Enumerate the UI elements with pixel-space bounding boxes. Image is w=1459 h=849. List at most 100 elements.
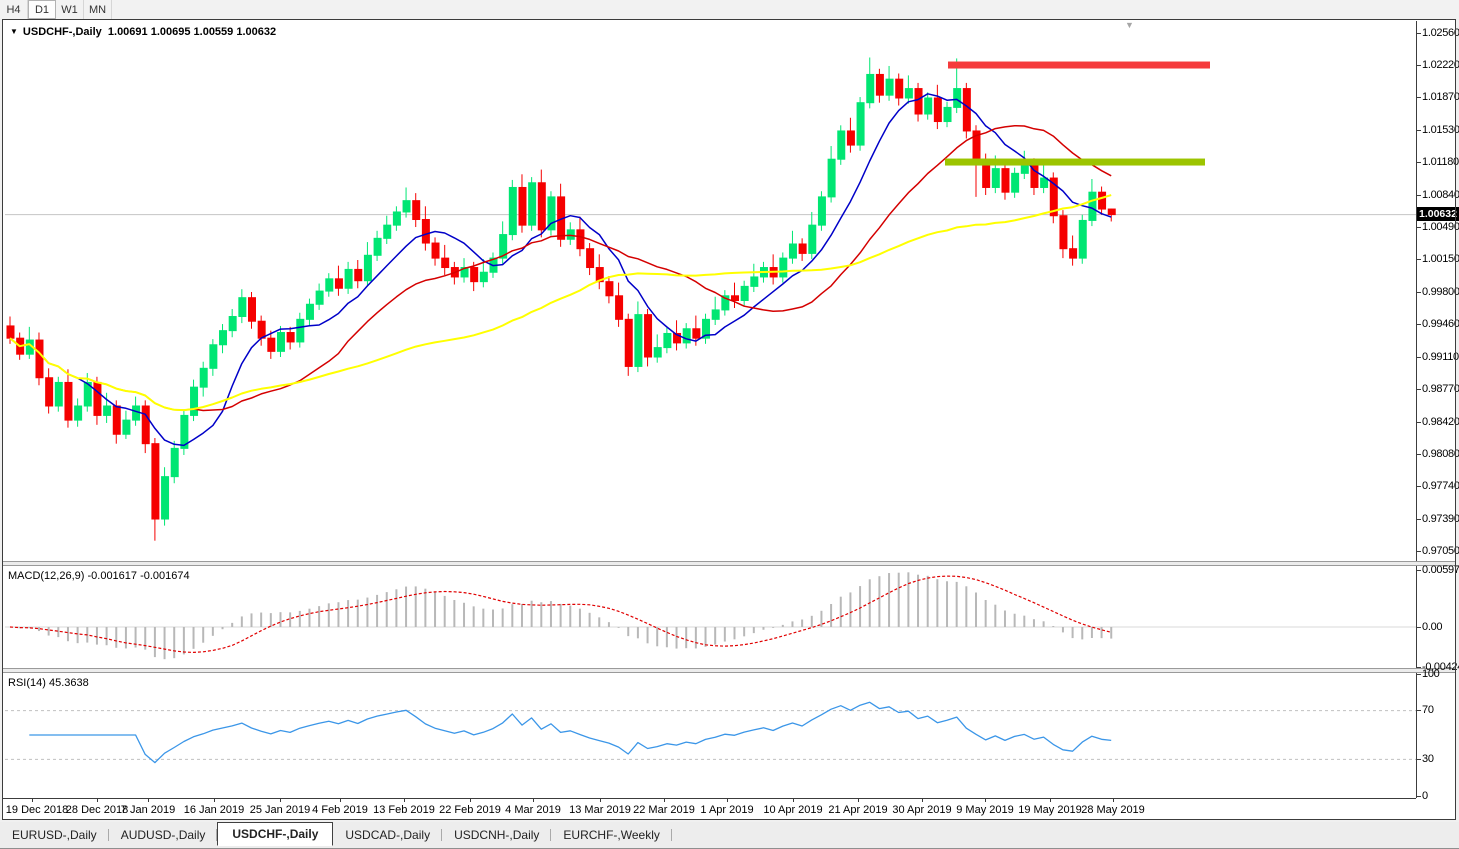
- candle-body: [471, 268, 478, 282]
- date-tick: [793, 799, 794, 802]
- rsi-axis-label-tick: [1416, 759, 1421, 760]
- candle-body: [220, 331, 227, 345]
- price-axis-label: 0.99800: [1422, 286, 1458, 298]
- support-line[interactable]: [945, 159, 1205, 166]
- price-axis-label: 0.99110: [1422, 351, 1458, 363]
- date-axis-label: 4 Mar 2019: [505, 804, 561, 816]
- price-axis-label-tick: [1416, 97, 1421, 98]
- mt4-window: H4 D1 W1 MN ▼USDCHF-,Daily 1.00691 1.006…: [0, 0, 1459, 849]
- date-tick: [985, 799, 986, 802]
- candle-body: [587, 249, 594, 268]
- date-axis-label: 28 Dec 2018: [66, 804, 128, 816]
- candle-body: [229, 317, 236, 331]
- price-axis-label: 0.98420: [1422, 416, 1458, 428]
- candle-body: [249, 298, 256, 322]
- rsi-axis-label: 70: [1422, 704, 1458, 716]
- date-axis-label: 1 Apr 2019: [700, 804, 753, 816]
- price-axis-label-tick: [1416, 292, 1421, 293]
- candle-body: [393, 212, 400, 225]
- candle-body: [741, 286, 748, 300]
- tab-eurchf-weekly[interactable]: EURCHF-,Weekly: [551, 825, 671, 845]
- timeframe-button-w1[interactable]: W1: [56, 0, 84, 19]
- candle-body: [509, 187, 516, 234]
- date-axis-label: 28 May 2019: [1081, 804, 1145, 816]
- tab-usdcnh-daily[interactable]: USDCNH-,Daily: [442, 825, 551, 845]
- candle-body: [210, 345, 217, 369]
- candle-body: [732, 296, 739, 301]
- date-tick: [340, 799, 341, 802]
- candle-body: [442, 258, 449, 267]
- candle-body: [364, 255, 371, 280]
- resistance-line[interactable]: [948, 62, 1210, 69]
- timeframe-button-mn[interactable]: MN: [84, 0, 112, 19]
- date-axis-label: 4 Feb 2019: [312, 804, 368, 816]
- candle-body: [818, 197, 825, 225]
- candle-body: [1060, 216, 1067, 249]
- candle-body: [654, 348, 661, 357]
- candle-body: [635, 315, 642, 367]
- symbol-dropdown-icon[interactable]: ▼: [10, 27, 18, 36]
- pane-splitter[interactable]: [3, 561, 1456, 566]
- candle-body: [606, 282, 613, 296]
- rsi-value: 45.3638: [49, 677, 89, 689]
- date-tick: [280, 799, 281, 802]
- macd-axis-label-tick: [1416, 570, 1421, 571]
- candle-body: [413, 201, 420, 220]
- candle-body: [1012, 173, 1019, 192]
- pane-splitter[interactable]: [3, 668, 1456, 673]
- price-axis-label: 1.01530: [1422, 124, 1458, 136]
- date-axis-label: 30 Apr 2019: [892, 804, 951, 816]
- candle-body: [133, 406, 140, 420]
- current-bar-marker-icon: ▼: [1125, 21, 1134, 30]
- macd-axis-label-tick: [1416, 667, 1421, 668]
- date-axis-label: 25 Jan 2019: [250, 804, 311, 816]
- date-tick: [148, 799, 149, 802]
- rsi-axis-label-tick: [1416, 674, 1421, 675]
- candle-body: [55, 382, 62, 406]
- price-axis-label: 1.01180: [1422, 156, 1458, 168]
- macd-axis-label-tick: [1416, 627, 1421, 628]
- candle-body: [1002, 169, 1009, 193]
- candle-body: [142, 406, 149, 444]
- macd-label: MACD(12,26,9) -0.001617 -0.001674: [8, 570, 190, 582]
- candle-body: [65, 382, 72, 420]
- date-axis-label: 21 Apr 2019: [828, 804, 887, 816]
- date-axis[interactable]: 19 Dec 201828 Dec 20187 Jan 201916 Jan 2…: [3, 798, 1416, 820]
- candle-body: [171, 448, 178, 476]
- candle-body: [374, 238, 381, 255]
- tab-usdcad-daily[interactable]: USDCAD-,Daily: [333, 825, 442, 845]
- price-axis-label-tick: [1416, 389, 1421, 390]
- tab-audusd-daily[interactable]: AUDUSD-,Daily: [109, 825, 218, 845]
- candle-body: [847, 131, 854, 145]
- candle-body: [36, 340, 43, 378]
- candle-body: [828, 159, 835, 197]
- candle-body: [355, 269, 362, 280]
- date-tick: [97, 799, 98, 802]
- candle-body: [7, 326, 14, 338]
- candle-body: [664, 333, 671, 347]
- tab-eurusd-daily[interactable]: EURUSD-,Daily: [0, 825, 109, 845]
- candle-body: [75, 406, 82, 420]
- price-axis-label-tick: [1416, 227, 1421, 228]
- macd-values: -0.001617 -0.001674: [87, 570, 189, 582]
- price-axis-label-tick: [1416, 162, 1421, 163]
- tab-usdchf-daily[interactable]: USDCHF-,Daily: [217, 822, 333, 846]
- candle-body: [780, 258, 787, 277]
- candle-body: [277, 333, 284, 352]
- candle-body: [316, 291, 323, 304]
- price-axis-label: 0.97050: [1422, 545, 1458, 557]
- timeframe-button-d1[interactable]: D1: [28, 0, 56, 19]
- chart-title: ▼USDCHF-,Daily 1.00691 1.00695 1.00559 1…: [10, 26, 276, 38]
- date-axis-label: 7 Jan 2019: [121, 804, 175, 816]
- rsi-pane[interactable]: [0, 672, 1416, 798]
- candle-body: [799, 244, 806, 253]
- price-pane[interactable]: [0, 21, 1416, 561]
- timeframe-button-h4[interactable]: H4: [0, 0, 28, 19]
- candle-body: [113, 406, 120, 434]
- candle-body: [876, 74, 883, 95]
- timeframe-toolbar: H4 D1 W1 MN: [0, 0, 1459, 19]
- candle-body: [944, 107, 951, 121]
- chart-title-symbol: USDCHF-,Daily: [23, 26, 102, 38]
- macd-pane[interactable]: [0, 565, 1416, 668]
- date-axis-label: 19 Dec 2018: [6, 804, 68, 816]
